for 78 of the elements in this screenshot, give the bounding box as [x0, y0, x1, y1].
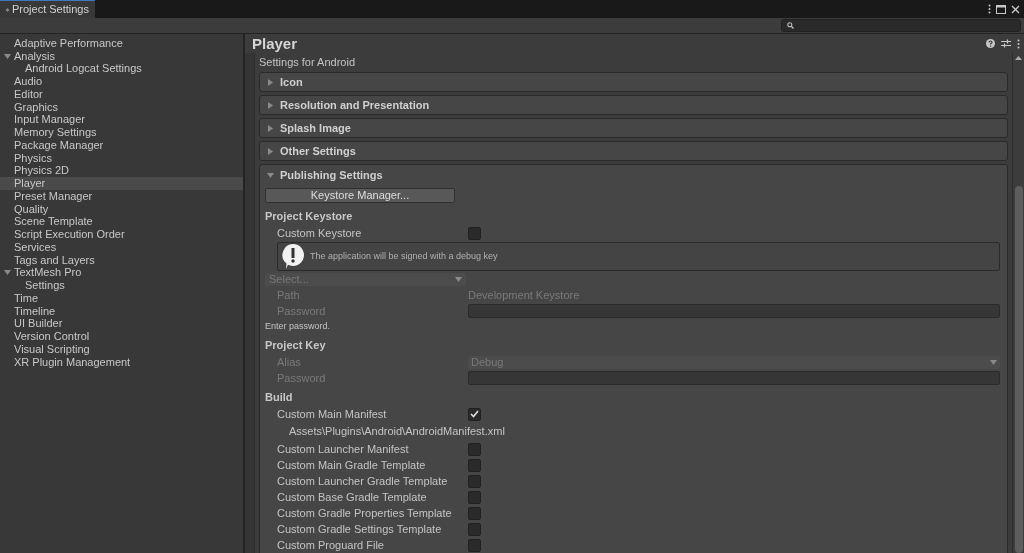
keystore-manager-button[interactable]: Keystore Manager...: [265, 187, 455, 203]
sidebar-item[interactable]: Version Control: [0, 330, 243, 343]
field-label: Custom Keystore: [277, 225, 363, 241]
checkbox[interactable]: [468, 490, 481, 504]
sidebar-item[interactable]: Time: [0, 292, 243, 305]
section-heading: Project Keystore: [265, 208, 353, 224]
sidebar-item[interactable]: Input Manager: [0, 113, 243, 127]
search-icon: [787, 22, 794, 29]
sidebar-item[interactable]: Editor: [0, 88, 243, 101]
more-options-icon[interactable]: [988, 4, 991, 14]
sidebar-item[interactable]: Tags and Layers: [0, 253, 243, 267]
scroll-up-icon[interactable]: [1015, 56, 1022, 60]
field-label: Custom Gradle Settings Template: [277, 521, 443, 537]
field-label: Custom Main Manifest: [277, 406, 388, 422]
sidebar-item[interactable]: TextMesh Pro: [0, 266, 243, 280]
sidebar-item[interactable]: Settings: [0, 279, 243, 292]
field-label: Custom Gradle Properties Template: [277, 505, 453, 521]
sidebar-item[interactable]: Script Execution Order: [0, 228, 243, 241]
foldout-header[interactable]: Icon: [259, 72, 1008, 92]
field-label: Custom Main Gradle Template: [277, 457, 427, 473]
sidebar-item[interactable]: Analysis: [0, 49, 243, 63]
foldout-header[interactable]: Splash Image: [259, 118, 1008, 138]
foldout-header[interactable]: Publishing Settings: [260, 165, 1007, 185]
more-options-icon[interactable]: [1017, 38, 1020, 49]
help-message: The application will be signed with a debug key: [310, 249, 498, 263]
help-icon[interactable]: [986, 39, 995, 48]
checkbox[interactable]: [468, 407, 481, 421]
caret-right-icon[interactable]: [267, 101, 274, 109]
sidebar-item[interactable]: Physics: [0, 151, 243, 165]
checkbox[interactable]: [468, 474, 481, 488]
caret-down-icon[interactable]: [4, 52, 11, 60]
inspector-title: Player: [252, 36, 298, 51]
checkbox[interactable]: [468, 522, 481, 536]
caret-down-icon[interactable]: [4, 269, 11, 277]
window-tab[interactable]: Project Settings: [0, 0, 95, 18]
sidebar-item[interactable]: Player: [0, 177, 243, 190]
sliders-icon[interactable]: [1001, 39, 1011, 48]
sidebar-item[interactable]: Services: [0, 241, 243, 254]
field-label: Custom Launcher Gradle Template: [277, 473, 449, 489]
caret-right-icon[interactable]: [267, 78, 274, 86]
sidebar-item[interactable]: Package Manager: [0, 139, 243, 152]
manifest-path: Assets\Plugins\Android\AndroidManifest.xml: [289, 424, 505, 440]
field-label: Custom Launcher Manifest: [277, 441, 410, 457]
caret-down-icon[interactable]: [267, 171, 274, 179]
close-icon[interactable]: [1011, 4, 1020, 14]
platform-subtitle: Settings for Android: [259, 55, 355, 71]
sidebar-item[interactable]: UI Builder: [0, 317, 243, 331]
sidebar-item[interactable]: Timeline: [0, 304, 243, 318]
caret-down-icon[interactable]: [990, 358, 997, 366]
validation-message: Enter password.: [265, 319, 331, 333]
checkmark-icon: [470, 410, 479, 418]
sidebar-item[interactable]: Physics 2D: [0, 164, 243, 178]
checkbox[interactable]: [468, 506, 481, 520]
checkbox[interactable]: [468, 538, 481, 552]
maximize-icon[interactable]: [996, 4, 1006, 14]
field-label: Custom Proguard File: [277, 537, 385, 553]
field-label: Custom Base Gradle Template: [277, 489, 428, 505]
sidebar-item[interactable]: Scene Template: [0, 215, 243, 229]
sidebar-item[interactable]: Audio: [0, 75, 243, 88]
scrollbar[interactable]: [1012, 53, 1024, 553]
checkbox[interactable]: [468, 226, 481, 240]
sidebar-item[interactable]: Quality: [0, 202, 243, 216]
sidebar-item[interactable]: Memory Settings: [0, 126, 243, 139]
caret-right-icon[interactable]: [267, 147, 274, 155]
sidebar-item[interactable]: Android Logcat Settings: [0, 62, 243, 76]
sidebar-item[interactable]: Preset Manager: [0, 190, 243, 203]
sidebar-item[interactable]: Visual Scripting: [0, 343, 243, 356]
sidebar-item[interactable]: Adaptive Performance: [0, 37, 243, 50]
sidebar-item[interactable]: XR Plugin Management: [0, 355, 243, 369]
section-heading: Build: [265, 389, 293, 405]
caret-right-icon[interactable]: [267, 124, 274, 132]
checkbox[interactable]: [468, 442, 481, 456]
checkbox[interactable]: [468, 458, 481, 472]
sidebar-item[interactable]: Graphics: [0, 100, 243, 114]
section-heading: Project Key: [265, 337, 326, 353]
foldout-header[interactable]: Resolution and Presentation: [259, 95, 1008, 115]
search-field[interactable]: [781, 19, 1021, 32]
foldout-header[interactable]: Other Settings: [259, 141, 1008, 161]
